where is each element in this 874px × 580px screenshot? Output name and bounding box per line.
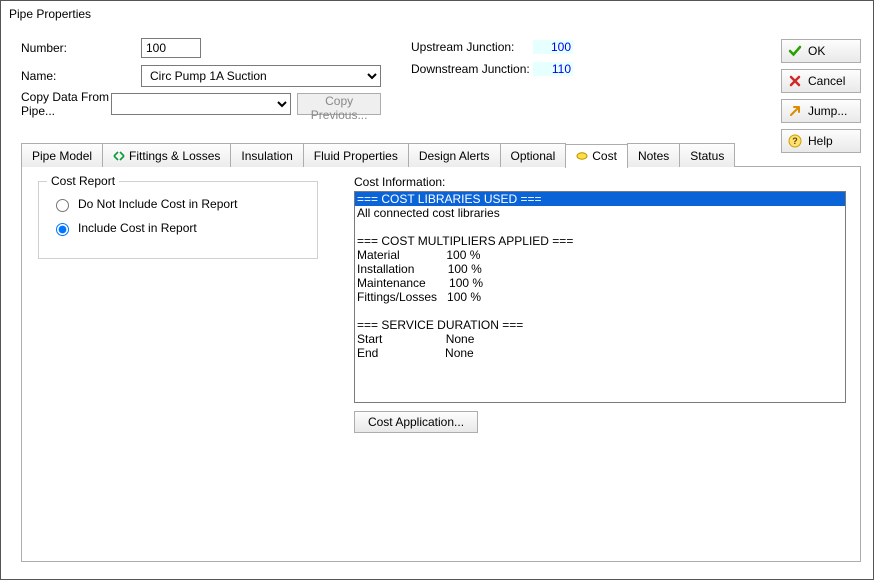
cost-info-line[interactable]: Start None <box>355 332 845 346</box>
coin-icon <box>576 150 588 162</box>
cost-application-button[interactable]: Cost Application... <box>354 411 478 433</box>
cost-info-line[interactable] <box>355 220 845 234</box>
cost-info-line[interactable]: All connected cost libraries <box>355 206 845 220</box>
copy-previous-button[interactable]: Copy Previous... <box>297 93 381 115</box>
cost-info-line[interactable]: End None <box>355 346 845 360</box>
tab-insulation[interactable]: Insulation <box>230 143 303 167</box>
copy-data-label: Copy Data From Pipe... <box>21 90 111 118</box>
ok-button[interactable]: OK <box>781 39 861 63</box>
radio-no-include[interactable]: Do Not Include Cost in Report <box>51 196 305 212</box>
tab-cost[interactable]: Cost <box>565 144 628 168</box>
number-label: Number: <box>21 41 141 55</box>
cost-info-line[interactable]: === SERVICE DURATION === <box>355 318 845 332</box>
upstream-value: 100 <box>533 40 573 54</box>
tab-optional[interactable]: Optional <box>500 143 567 167</box>
tab-label: Notes <box>638 149 669 163</box>
jump-button[interactable]: Jump... <box>781 99 861 123</box>
check-icon <box>788 44 802 58</box>
cost-info-line[interactable]: Material 100 % <box>355 248 845 262</box>
cost-info-line[interactable]: Installation 100 % <box>355 262 845 276</box>
cost-info-line[interactable]: === COST LIBRARIES USED === <box>355 192 845 206</box>
tab-label: Fittings & Losses <box>129 149 220 163</box>
radio-yes-label: Include Cost in Report <box>78 221 197 235</box>
radio-no-label: Do Not Include Cost in Report <box>78 197 237 211</box>
arrow-icon <box>788 104 802 118</box>
tab-fluid[interactable]: Fluid Properties <box>303 143 409 167</box>
tab-label: Pipe Model <box>32 149 92 163</box>
tab-label: Insulation <box>241 149 292 163</box>
downstream-value: 110 <box>533 62 573 76</box>
tab-label: Optional <box>511 149 556 163</box>
cost-info-line[interactable]: Fittings/Losses 100 % <box>355 290 845 304</box>
radio-include-input[interactable] <box>56 223 69 236</box>
cancel-button[interactable]: Cancel <box>781 69 861 93</box>
ok-label: OK <box>808 44 825 58</box>
tab-label: Cost <box>592 149 617 163</box>
cost-info-line[interactable]: === COST MULTIPLIERS APPLIED === <box>355 234 845 248</box>
tab-bar: Pipe Model Fittings & Losses Insulation … <box>21 143 861 167</box>
cancel-label: Cancel <box>808 74 845 88</box>
fittings-icon <box>113 150 125 162</box>
radio-no-include-input[interactable] <box>56 199 69 212</box>
tab-content-cost: Cost Report Do Not Include Cost in Repor… <box>21 166 861 562</box>
tab-notes[interactable]: Notes <box>627 143 680 167</box>
cost-info-label: Cost Information: <box>354 175 846 189</box>
jump-label: Jump... <box>808 104 847 118</box>
number-input[interactable] <box>141 38 201 58</box>
cost-info-line[interactable]: Maintenance 100 % <box>355 276 845 290</box>
name-label: Name: <box>21 69 141 83</box>
tab-label: Status <box>690 149 724 163</box>
copy-data-select[interactable] <box>111 93 292 115</box>
cost-info-line[interactable] <box>355 304 845 318</box>
group-title: Cost Report <box>47 174 119 188</box>
cost-info-list[interactable]: === COST LIBRARIES USED ===All connected… <box>354 191 846 403</box>
upstream-label: Upstream Junction: <box>411 40 533 54</box>
tab-status[interactable]: Status <box>679 143 735 167</box>
x-icon <box>788 74 802 88</box>
tab-design-alerts[interactable]: Design Alerts <box>408 143 501 167</box>
action-buttons: OK Cancel Jump... ? Help <box>781 39 861 153</box>
cost-report-group: Cost Report Do Not Include Cost in Repor… <box>38 181 318 259</box>
tab-label: Design Alerts <box>419 149 490 163</box>
tab-pipe-model[interactable]: Pipe Model <box>21 143 103 167</box>
name-select[interactable]: Circ Pump 1A Suction <box>141 65 381 87</box>
downstream-label: Downstream Junction: <box>411 62 533 76</box>
tab-fittings[interactable]: Fittings & Losses <box>102 143 231 167</box>
radio-include[interactable]: Include Cost in Report <box>51 220 305 236</box>
tab-label: Fluid Properties <box>314 149 398 163</box>
window-title: Pipe Properties <box>1 1 873 27</box>
